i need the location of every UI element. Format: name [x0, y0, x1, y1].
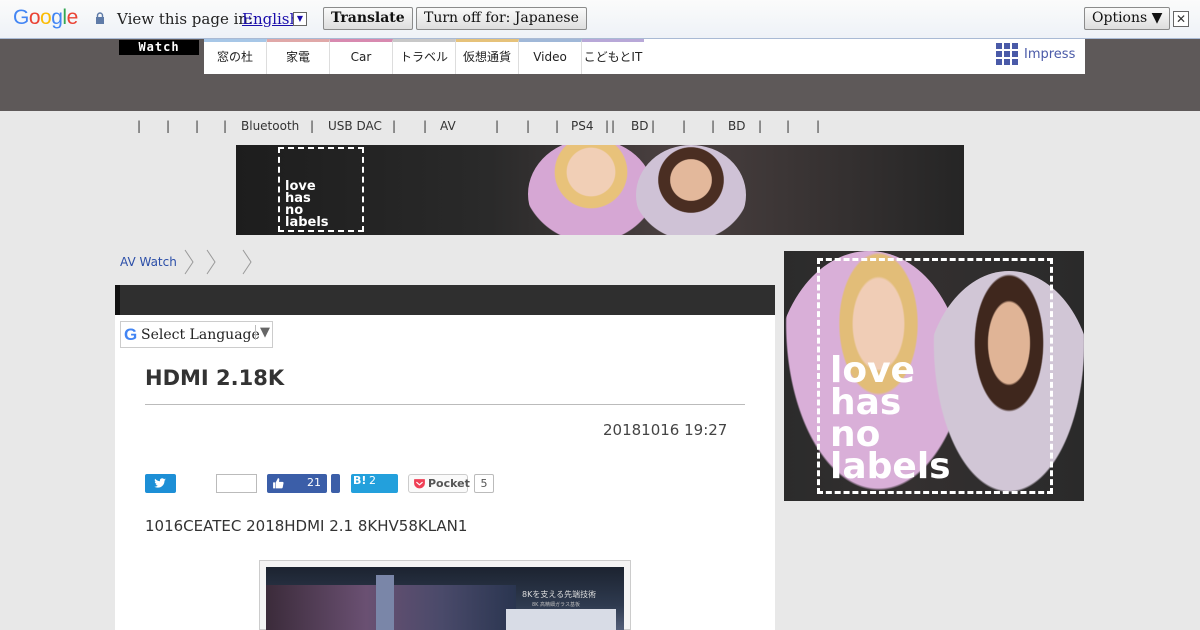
nav-tab[interactable]: 窓の杜: [204, 39, 267, 74]
nav-tab[interactable]: 仮想通貨: [456, 39, 519, 74]
select-language-label: Select Language: [141, 327, 260, 343]
close-icon[interactable]: ✕: [1173, 11, 1189, 27]
article-photo-frame[interactable]: 8Kを支える先端技術 8K 高精細ガラス基板: [259, 560, 631, 630]
pocket-icon: [414, 479, 425, 489]
topic-separator: |: [223, 119, 228, 133]
turn-off-button[interactable]: Turn off for: Japanese: [416, 7, 587, 30]
topic-separator: |: [392, 119, 397, 133]
topic-link[interactable]: USB DAC: [328, 119, 382, 133]
lock-icon: [96, 12, 104, 24]
translate-language-link[interactable]: English: [242, 10, 299, 28]
impress-logo[interactable]: Impress: [996, 43, 1075, 65]
hatena-count: 2: [369, 474, 376, 487]
topic-separator: |: [816, 119, 821, 133]
thumbs-up-icon: [273, 478, 284, 489]
topic-nav: | | | | Bluetooth | USB DAC | | AV | | | | PS4 | BD | | | BD…: [120, 119, 840, 135]
topic-separator: |: [195, 119, 200, 133]
chevron-right-icon: [206, 249, 216, 275]
section-bar: [115, 285, 775, 315]
topic-link[interactable]: PS4: [571, 119, 594, 133]
hatena-icon: B!: [353, 474, 367, 487]
topic-separator: |: [423, 119, 428, 133]
grid-icon: [996, 43, 1018, 65]
article-lede: 1016CEATEC 2018HDMI 2.1 8KHV58KLAN1: [145, 517, 468, 535]
article-title: HDMI 2.18K: [145, 366, 285, 390]
nav-tab[interactable]: Car: [330, 39, 393, 74]
topic-separator: |: [166, 119, 171, 133]
topic-separator: |: [310, 119, 315, 133]
nav-tab[interactable]: 家電: [267, 39, 330, 74]
nav-tab[interactable]: Video: [519, 39, 582, 74]
breadcrumb: AV Watch: [120, 255, 177, 269]
topic-separator: |: [682, 119, 687, 133]
facebook-like-button[interactable]: 21: [267, 474, 327, 493]
child-photo-2: [636, 145, 746, 235]
google-g-icon: G: [124, 325, 138, 344]
breadcrumb-home[interactable]: AV Watch: [120, 255, 177, 269]
topic-separator: |: [786, 119, 791, 133]
topic-separator: |: [651, 119, 656, 133]
facebook-share-tail[interactable]: [331, 474, 340, 493]
article-date: 20181016 19:27: [603, 421, 728, 439]
photo-panel: [506, 609, 616, 630]
pocket-label: Pocket: [428, 477, 470, 490]
language-dropdown-icon[interactable]: ▼: [293, 12, 307, 26]
twitter-share-button[interactable]: [145, 474, 176, 493]
child-photo: [528, 145, 654, 235]
select-language-dropdown[interactable]: G Select Language ▼: [120, 321, 273, 348]
topic-separator: |: [605, 119, 610, 133]
tweet-count-bubble: [216, 474, 257, 493]
nav-tab[interactable]: こどもとIT: [582, 39, 645, 74]
pocket-button[interactable]: Pocket: [408, 474, 470, 493]
photo-subcaption: 8K 高精細ガラス基板: [532, 602, 580, 608]
topic-separator: |: [555, 119, 560, 133]
topic-link[interactable]: BD: [728, 119, 745, 133]
chevron-down-icon: ▼: [255, 325, 270, 340]
translate-prompt: View this page in:: [117, 10, 254, 28]
options-button[interactable]: Options ▼: [1084, 7, 1171, 30]
translate-button[interactable]: Translate: [323, 7, 413, 30]
side-ad[interactable]: love has no labels: [784, 251, 1084, 501]
photo-caption: 8Kを支える先端技術: [522, 590, 597, 599]
topic-separator: |: [611, 119, 616, 133]
topic-link[interactable]: AV: [440, 119, 456, 133]
google-logo: Google: [13, 6, 78, 30]
hatena-bookmark-button[interactable]: B! 2: [351, 474, 398, 493]
pocket-count: 5: [474, 474, 494, 493]
ad-logo-box: love has no labels: [817, 258, 1053, 494]
title-divider: [145, 404, 745, 405]
topic-separator: |: [526, 119, 531, 133]
topic-separator: |: [711, 119, 716, 133]
translate-bar: Google View this page in: English ▼ Tran…: [0, 0, 1200, 39]
chevron-right-icon: [184, 249, 194, 275]
topic-separator: |: [495, 119, 500, 133]
photo-tower: [376, 575, 394, 630]
topic-separator: |: [758, 119, 763, 133]
twitter-icon: [154, 478, 166, 488]
chevron-right-icon: [242, 249, 252, 275]
topic-link[interactable]: Bluetooth: [241, 119, 299, 133]
header-right: Impress: [644, 39, 1085, 74]
facebook-like-count: 21: [307, 476, 321, 489]
network-tabs: 窓の杜 家電 Car トラベル 仮想通貨 Video こどもとIT: [204, 39, 645, 74]
google-logo-letter: o: [28, 6, 41, 29]
banner-ad[interactable]: love has no labels: [236, 145, 964, 235]
impress-label: Impress: [1024, 46, 1076, 62]
watch-logo[interactable]: Watch: [119, 40, 199, 55]
google-logo-letter: o: [40, 6, 52, 29]
topic-link[interactable]: BD: [631, 119, 648, 133]
site-header: Watch 窓の杜 家電 Car トラベル 仮想通貨 Video こどもとIT Impres…: [0, 39, 1200, 111]
topic-separator: |: [137, 119, 142, 133]
google-logo-letter: e: [66, 6, 79, 29]
article-photo: 8Kを支える先端技術 8K 高精細ガラス基板: [266, 567, 624, 630]
nav-tab[interactable]: トラベル: [393, 39, 456, 74]
ad-logo-box: love has no labels: [278, 147, 364, 232]
google-logo-letter: G: [13, 6, 29, 29]
google-logo-letter: g: [51, 6, 63, 29]
